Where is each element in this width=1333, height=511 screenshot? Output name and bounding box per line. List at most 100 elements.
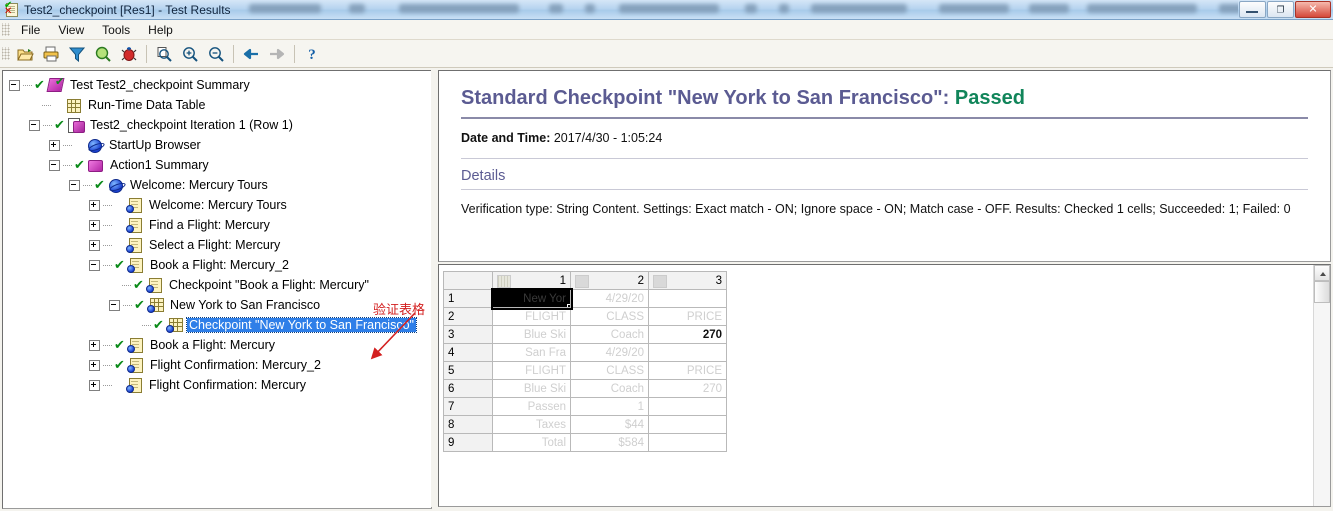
close-button[interactable]: ✕ [1295, 1, 1331, 18]
table-cell[interactable]: PRICE [648, 307, 727, 326]
row-header[interactable]: 5 [443, 361, 493, 380]
tree-node[interactable]: ✔ Book a Flight: Mercury_2 [3, 255, 431, 275]
table-row[interactable]: 6 Blue Ski Coach 270 [443, 379, 727, 398]
minimize-button[interactable] [1239, 1, 1266, 18]
table-cell[interactable]: Passen [492, 397, 571, 416]
table-row[interactable]: 8 Taxes $44 [443, 415, 727, 434]
table-cell[interactable] [648, 343, 727, 362]
table-row[interactable]: 2 FLIGHT CLASS PRICE [443, 307, 727, 326]
expand-toggle[interactable] [89, 199, 100, 211]
add-defect-button[interactable] [116, 42, 142, 66]
table-cell[interactable]: Blue Ski [492, 325, 571, 344]
menu-file[interactable]: File [12, 21, 49, 39]
row-header[interactable]: 8 [443, 415, 493, 434]
tree-node[interactable]: ✔ Book a Flight: Mercury [3, 335, 431, 355]
table-row[interactable]: 5 FLIGHT CLASS PRICE [443, 361, 727, 380]
table-cell[interactable]: 4/29/20 [570, 343, 649, 362]
tree-node[interactable]: Select a Flight: Mercury [3, 235, 431, 255]
collapse-toggle[interactable] [89, 259, 100, 271]
table-cell[interactable] [648, 415, 727, 434]
filter-button[interactable] [64, 42, 90, 66]
expand-toggle[interactable] [89, 219, 100, 231]
tree-node[interactable]: ✔ Welcome: Mercury Tours [3, 175, 431, 195]
help-button[interactable]: ? [299, 42, 325, 66]
tree-node[interactable]: Find a Flight: Mercury [3, 215, 431, 235]
zoom-page-button[interactable] [151, 42, 177, 66]
expand-toggle[interactable] [89, 339, 100, 351]
table-row[interactable]: 4 San Fra 4/29/20 [443, 343, 727, 362]
table-cell[interactable]: Blue Ski [492, 379, 571, 398]
tree-node[interactable]: ✔ Test2_checkpoint Iteration 1 (Row 1) [3, 115, 431, 135]
table-cell[interactable]: $44 [570, 415, 649, 434]
results-tree-panel[interactable]: ✔ ✔ Test Test2_checkpoint Summary Run-Time … [2, 70, 432, 509]
column-header[interactable]: 2 [570, 271, 649, 290]
row-header[interactable]: 6 [443, 379, 493, 398]
table-cell[interactable]: 1 [570, 397, 649, 416]
forward-button[interactable] [264, 42, 290, 66]
restore-button[interactable]: ❐ [1267, 1, 1294, 18]
collapse-toggle[interactable] [49, 159, 60, 171]
collapse-toggle[interactable] [29, 119, 40, 131]
tree-node[interactable]: Flight Confirmation: Mercury [3, 375, 431, 395]
collapse-toggle[interactable] [69, 179, 80, 191]
column-header[interactable]: 3 [648, 271, 727, 290]
tree-node[interactable]: StartUp Browser [3, 135, 431, 155]
tree-node[interactable]: ✔ New York to San Francisco [3, 295, 431, 315]
table-cell[interactable] [648, 289, 727, 308]
row-header[interactable]: 2 [443, 307, 493, 326]
zoom-in-button[interactable] [177, 42, 203, 66]
tree-node[interactable]: ✔ Action1 Summary [3, 155, 431, 175]
expand-toggle[interactable] [89, 379, 100, 391]
table-vertical-scrollbar[interactable] [1313, 265, 1330, 506]
table-cell[interactable]: Coach [570, 325, 649, 344]
column-header[interactable]: 1 [492, 271, 571, 290]
results-tree[interactable]: ✔ ✔ Test Test2_checkpoint Summary Run-Time … [3, 71, 431, 395]
expand-toggle[interactable] [49, 139, 60, 151]
back-button[interactable] [238, 42, 264, 66]
checkpoint-data-table[interactable]: 123 1 New Yor 4/29/20 2 FLIGHT CLASS PRICE 3 Blu… [443, 271, 727, 452]
print-button[interactable] [38, 42, 64, 66]
table-cell[interactable]: 4/29/20 [570, 289, 649, 308]
menu-view[interactable]: View [49, 21, 93, 39]
panel-splitter[interactable] [431, 70, 438, 507]
menu-grip[interactable] [2, 23, 10, 36]
table-cell[interactable]: San Fra [492, 343, 571, 362]
tree-node[interactable]: ✔ Checkpoint "Book a Flight: Mercury" [3, 275, 431, 295]
menu-tools[interactable]: Tools [93, 21, 139, 39]
tree-node[interactable]: ✔ Flight Confirmation: Mercury_2 [3, 355, 431, 375]
collapse-toggle[interactable] [109, 299, 120, 311]
row-header[interactable]: 4 [443, 343, 493, 362]
table-cell[interactable] [648, 433, 727, 452]
table-cell[interactable]: $584 [570, 433, 649, 452]
table-row[interactable]: 1 New Yor 4/29/20 [443, 287, 727, 310]
tree-node[interactable]: ✔ Checkpoint "New York to San Francisco" [3, 315, 431, 335]
open-button[interactable] [12, 42, 38, 66]
table-cell[interactable]: PRICE [648, 361, 727, 380]
row-header[interactable]: 7 [443, 397, 493, 416]
row-header[interactable]: 9 [443, 433, 493, 452]
table-cell[interactable]: Coach [570, 379, 649, 398]
table-row[interactable]: 9 Total $584 [443, 433, 727, 452]
row-header[interactable]: 1 [443, 289, 493, 308]
table-row[interactable]: 3 Blue Ski Coach 270 [443, 325, 727, 344]
table-cell[interactable]: Total [492, 433, 571, 452]
tree-node[interactable]: Run-Time Data Table [3, 95, 431, 115]
expand-toggle[interactable] [89, 359, 100, 371]
table-cell[interactable] [648, 397, 727, 416]
search-results-button[interactable] [90, 42, 116, 66]
menu-help[interactable]: Help [139, 21, 182, 39]
table-cell[interactable]: FLIGHT [492, 307, 571, 326]
table-cell[interactable]: CLASS [570, 307, 649, 326]
table-cell[interactable]: 270 [648, 379, 727, 398]
expand-toggle[interactable] [89, 239, 100, 251]
tree-node[interactable]: ✔ ✔ Test Test2_checkpoint Summary [3, 75, 431, 95]
table-body[interactable]: 1 New Yor 4/29/20 2 FLIGHT CLASS PRICE 3 Blue Sk… [443, 287, 727, 452]
table-cell[interactable]: CLASS [570, 361, 649, 380]
toolbar-grip[interactable] [2, 47, 10, 60]
scroll-up-button[interactable] [1314, 265, 1330, 281]
table-row[interactable]: 7 Passen 1 [443, 397, 727, 416]
tree-node[interactable]: Welcome: Mercury Tours [3, 195, 431, 215]
table-corner-header[interactable] [443, 271, 493, 290]
scrollbar-thumb[interactable] [1314, 281, 1330, 303]
table-cell[interactable]: 270 [648, 325, 727, 344]
